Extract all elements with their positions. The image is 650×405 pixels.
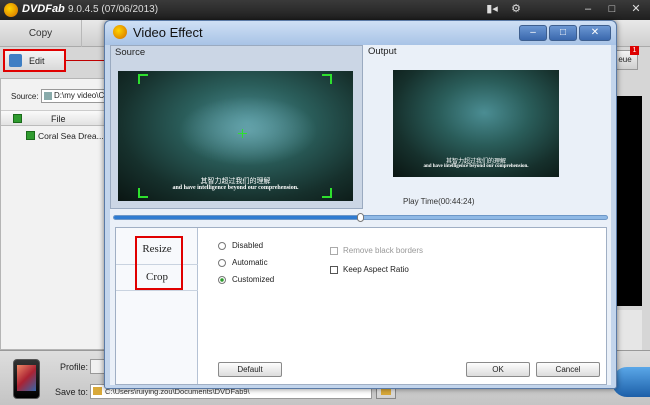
saveto-label: Save to:: [55, 387, 89, 397]
output-preview-panel: Output 其智力超过我们的理解 and have intelligence …: [363, 45, 611, 209]
source-path-text: D:\my video\Co: [54, 91, 107, 100]
edit-pencil-icon: [9, 54, 22, 67]
app-version: 9.0.4.5 (07/06/2013): [68, 4, 159, 15]
source-video-frame[interactable]: 其智力超过我们的理解 and have intelligence beyond …: [118, 71, 353, 201]
main-minimize-button[interactable]: –: [580, 2, 596, 17]
dialog-titlebar: Video Effect – □ ✕: [105, 21, 616, 45]
select-all-checkbox[interactable]: [13, 114, 22, 123]
cancel-button[interactable]: Cancel: [536, 362, 600, 377]
main-close-button[interactable]: ✕: [628, 2, 644, 17]
crop-center-handle-vertical: [242, 129, 243, 138]
dialog-title: Video Effect: [133, 25, 203, 40]
settings-gear-icon[interactable]: ⚙: [508, 2, 524, 17]
radio-automatic-label: Automatic: [232, 258, 268, 267]
keep-aspect-ratio-label: Keep Aspect Ratio: [343, 265, 409, 274]
folder-icon: [93, 387, 102, 395]
effect-tabs: Resize Crop: [116, 228, 198, 384]
edit-button-label: Edit: [29, 56, 45, 66]
device-phone-icon: [13, 359, 40, 399]
annotation-highlight-box: [135, 236, 183, 290]
app-brand: DVDFab: [22, 3, 65, 15]
dialog-body: Source 其智力超过我们的理解 and have intelligence …: [110, 45, 611, 385]
video-effect-dialog: Video Effect – □ ✕ Source 其智力超过我们的理解 and…: [104, 20, 617, 389]
crop-handle-top-right[interactable]: [322, 74, 332, 84]
dvdfab-logo-icon: [4, 3, 18, 17]
play-time: Play Time(00:44:24): [403, 197, 475, 206]
options-panel: Resize Crop Disabled Automatic Customize…: [115, 227, 607, 385]
file-row-checkbox[interactable]: [26, 131, 35, 140]
remove-black-borders-checkbox[interactable]: [330, 247, 338, 255]
queue-count-badge: 1: [630, 46, 639, 55]
folder-open-icon: [381, 388, 391, 395]
output-preview-title: Output: [368, 46, 397, 57]
main-titlebar: DVDFab 9.0.4.5 (07/06/2013) ▮◂ ⚙ – □ ✕: [0, 0, 650, 20]
main-maximize-button[interactable]: □: [604, 2, 620, 17]
file-column-header: File: [51, 114, 66, 124]
output-subtitle-en: and have intelligence beyond our compreh…: [423, 164, 529, 169]
playback-slider-thumb[interactable]: [356, 213, 364, 222]
start-button[interactable]: [612, 367, 650, 397]
file-panel: Source: D:\my video\Co File Coral Sea Dr…: [0, 78, 108, 350]
source-preview-panel: Source 其智力超过我们的理解 and have intelligence …: [110, 45, 363, 209]
remove-black-borders-label: Remove black borders: [343, 246, 424, 255]
playback-slider-fill: [114, 216, 361, 219]
default-button[interactable]: Default: [218, 362, 282, 377]
tab-copy[interactable]: Copy: [0, 20, 82, 47]
playback-slider[interactable]: [113, 213, 608, 222]
profile-label: Profile:: [60, 362, 89, 372]
ok-button[interactable]: OK: [466, 362, 530, 377]
dialog-maximize-button[interactable]: □: [549, 25, 577, 41]
dialog-minimize-button[interactable]: –: [519, 25, 547, 41]
dialog-close-button[interactable]: ✕: [579, 25, 611, 41]
dvdfab-logo-icon: [113, 25, 127, 39]
radio-customized-label: Customized: [232, 275, 275, 284]
source-path-input[interactable]: D:\my video\Co: [41, 89, 107, 103]
source-label: Source:: [11, 92, 39, 101]
file-row-name[interactable]: Coral Sea Drea...: [38, 131, 104, 141]
skin-icon[interactable]: ▮◂: [484, 2, 500, 17]
disc-icon: [44, 92, 52, 100]
radio-automatic[interactable]: [218, 259, 226, 267]
edit-button[interactable]: Edit: [3, 49, 66, 72]
output-video-frame: 其智力超过我们的理解 and have intelligence beyond …: [393, 70, 559, 177]
file-list-header: File: [1, 110, 108, 126]
radio-customized[interactable]: [218, 276, 226, 284]
radio-disabled[interactable]: [218, 242, 226, 250]
crop-handle-top-left[interactable]: [138, 74, 148, 84]
keep-aspect-ratio-checkbox[interactable]: [330, 266, 338, 274]
radio-disabled-label: Disabled: [232, 241, 264, 250]
source-preview-title: Source: [115, 47, 146, 58]
phone-screen: [17, 365, 36, 391]
video-scene: [178, 96, 318, 166]
tab-divider: [116, 290, 198, 291]
source-subtitle-en: and have intelligence beyond our compreh…: [172, 185, 299, 191]
